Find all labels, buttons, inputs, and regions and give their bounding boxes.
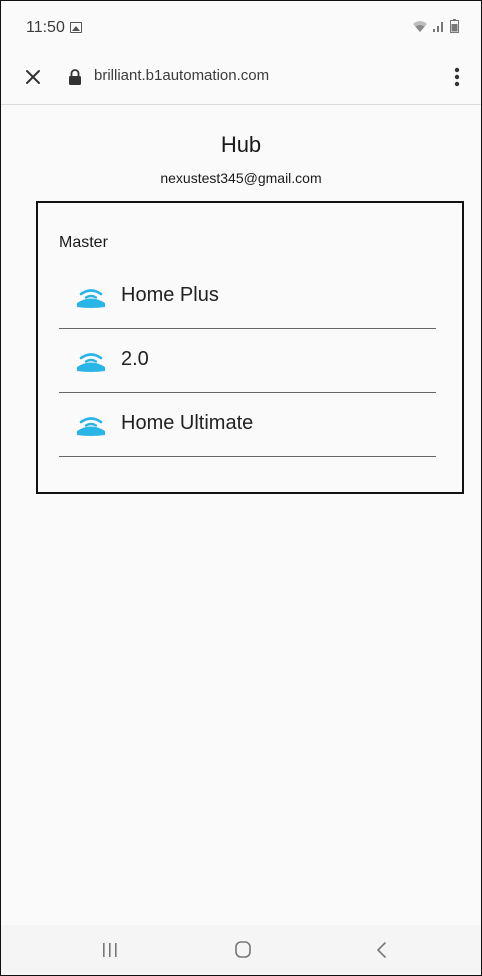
back-icon[interactable] [367, 937, 397, 963]
more-vert-icon[interactable] [445, 63, 469, 91]
hub-item-home-ultimate[interactable]: Home Ultimate [59, 392, 436, 457]
status-time: 11:50 [26, 19, 65, 36]
hub-item-2-0[interactable]: 2.0 [59, 328, 436, 393]
battery-icon [450, 19, 459, 33]
lock-icon [69, 69, 81, 85]
page-title: Hub [220, 132, 262, 157]
router-icon [77, 417, 105, 436]
phone-screen: 11:50 brilliant.b1automation.com Hub nex… [0, 0, 482, 976]
router-icon [77, 353, 105, 372]
account-email: nexustest345@gmail.com [160, 170, 322, 186]
close-icon[interactable] [21, 65, 45, 89]
system-nav-bar [1, 925, 481, 975]
browser-url-bar: brilliant.b1automation.com [1, 51, 481, 105]
hub-item-label: Home Ultimate [121, 412, 254, 434]
hub-item-label: Home Plus [121, 284, 219, 306]
url-text[interactable]: brilliant.b1automation.com [94, 67, 269, 84]
gallery-icon [70, 22, 82, 33]
recent-apps-icon[interactable] [95, 937, 125, 963]
hub-item-home-plus[interactable]: Home Plus [59, 264, 436, 329]
status-bar: 11:50 [1, 1, 481, 51]
signal-icon [433, 22, 443, 32]
hub-item-label: 2.0 [121, 348, 149, 370]
section-label-master: Master [59, 234, 108, 251]
hub-list-card: Master Home Plus 2.0 Home Ultimate [36, 201, 464, 494]
status-icons [412, 19, 459, 33]
home-icon[interactable] [228, 937, 258, 963]
router-icon [77, 289, 105, 308]
wifi-icon [413, 21, 427, 32]
